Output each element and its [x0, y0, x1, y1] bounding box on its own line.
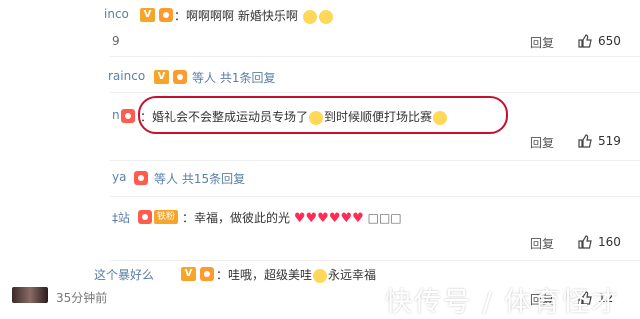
like-icon[interactable] [578, 34, 592, 48]
timestamp: 35分钟前 [56, 291, 108, 305]
comment-author[interactable]: n [112, 108, 120, 122]
emoji-icon [302, 9, 317, 24]
comment-3: ‡站 铁粉 ：幸福，做彼此的光 ♥♥♥♥♥♥ □□□ 回复 160 [0, 197, 640, 259]
heart-icon: ♥ [305, 211, 318, 226]
member-icon [173, 70, 187, 84]
reply-summary-1[interactable]: rainco V 等人 共1条回复 [0, 57, 640, 91]
highlight-oval [138, 96, 508, 134]
reply-button[interactable]: 回复 [530, 34, 554, 51]
comment-author[interactable]: 这个暴好么 [94, 266, 154, 283]
like-count: 650 [598, 34, 621, 48]
member-icon [138, 210, 152, 224]
comment-text: ：啊啊啊啊 新婚快乐啊 [174, 7, 334, 24]
heart-icon: ♥ [293, 211, 306, 226]
comment-text: ：哇哦，超级美哇 永远幸福 [216, 268, 377, 283]
member-icon [200, 267, 214, 281]
reply-summary-2[interactable]: ya 等人 共15条回复 [0, 161, 640, 195]
comment-meta: 9 [112, 34, 120, 48]
reply-author[interactable]: ya [112, 170, 126, 184]
reply-count[interactable]: 等人 共15条回复 [154, 170, 245, 187]
fan-badge: 铁粉 [154, 210, 179, 224]
heart-icon: ♥ [352, 211, 364, 226]
comment-text: ：幸福，做彼此的光 ♥♥♥♥♥♥ □□□ [182, 211, 402, 226]
verified-icon: V [181, 267, 196, 281]
reply-count[interactable]: 等人 共1条回复 [192, 69, 275, 86]
like-icon[interactable] [578, 134, 592, 148]
heart-icon: ♥ [328, 211, 341, 226]
like-count: 160 [598, 235, 621, 249]
member-icon [134, 171, 148, 185]
comment-1: inco V ：啊啊啊啊 新婚快乐啊 9 回复 650 [0, 0, 640, 55]
reply-author[interactable]: rainco [108, 69, 145, 83]
heart-icon: ♥ [340, 211, 353, 226]
comment-author[interactable]: ‡站 [112, 209, 130, 226]
like-count: 519 [598, 134, 621, 148]
like-icon[interactable] [578, 235, 592, 249]
watermark: 快传号 / 体育怪才 [385, 287, 621, 318]
member-icon [121, 109, 135, 123]
grin-emoji-icon [313, 268, 328, 283]
verified-icon: V [140, 8, 155, 22]
member-icon [159, 8, 173, 22]
reply-button[interactable]: 回复 [530, 235, 554, 252]
comment-author[interactable]: inco [104, 7, 129, 21]
heart-icon: ♥ [317, 211, 329, 226]
reply-button[interactable]: 回复 [530, 134, 554, 151]
avatar[interactable] [12, 287, 48, 303]
emoji-icon [318, 9, 333, 24]
verified-icon: V [154, 70, 169, 84]
